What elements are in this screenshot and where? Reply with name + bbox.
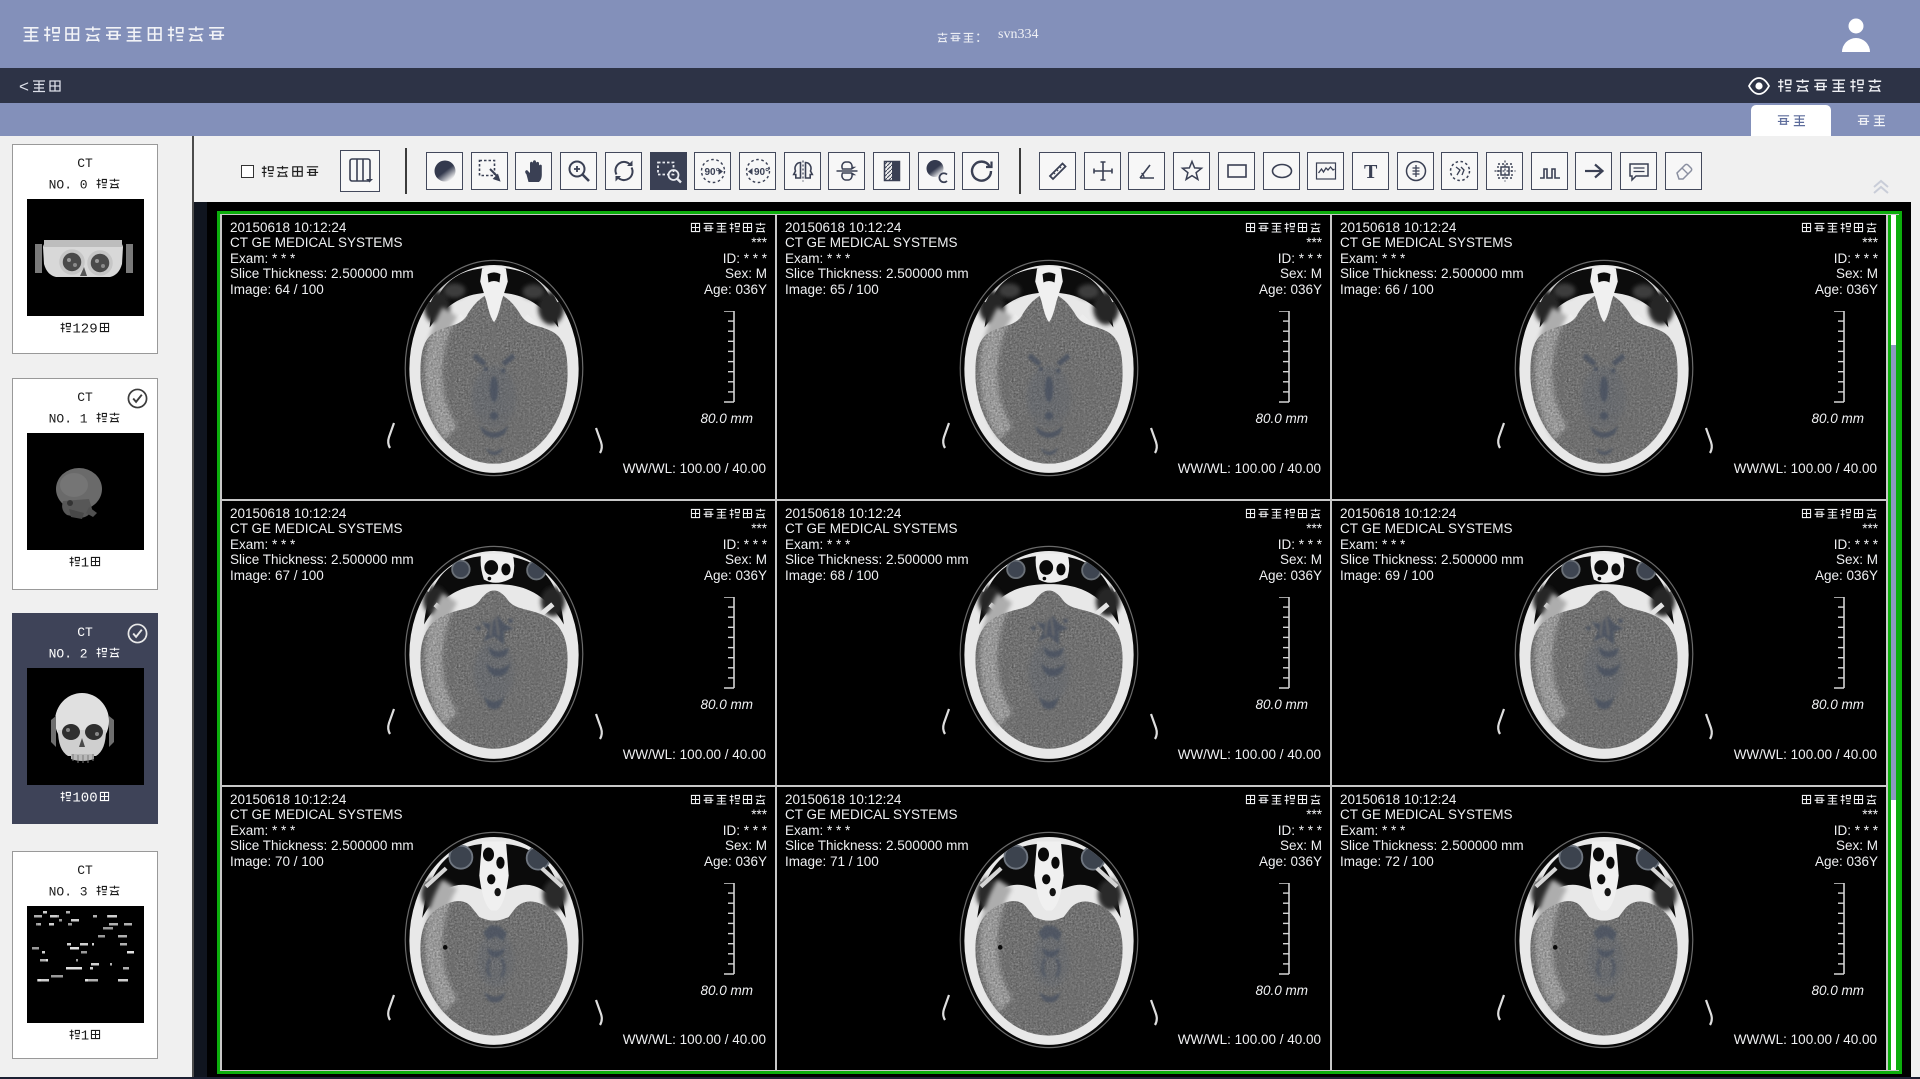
svg-text:90°: 90° <box>754 167 769 178</box>
svg-text:T: T <box>1364 161 1378 183</box>
svg-text:90°: 90° <box>704 167 719 178</box>
